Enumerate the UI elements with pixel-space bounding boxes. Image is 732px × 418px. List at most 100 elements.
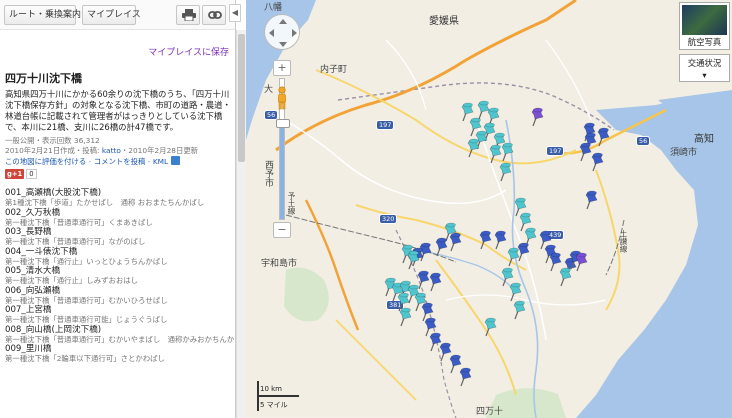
traffic-label: 交通状況	[687, 58, 722, 68]
list-item[interactable]: 009_里川橋 第一種沈下橋「2輪車以下通行可」さとかわばし	[5, 344, 231, 364]
pushpin-icon[interactable]	[494, 230, 508, 250]
zoom-in-button[interactable]: +	[273, 60, 291, 76]
list-item[interactable]: 001_高瀬橋(大股沈下橋) 第1種沈下橋「歩道」たかせばし 通称 おおまたちん…	[5, 188, 231, 208]
pushpin-icon[interactable]	[585, 190, 599, 210]
map-label-uwajima: 宇和島市	[261, 259, 298, 269]
list-item[interactable]: 004_一斗俵沈下橋 第一種沈下橋「通行止」いっとひょうちんかばし	[5, 247, 231, 267]
road-badge: 320	[379, 214, 398, 224]
list-item-subtitle: 第一種沈下橋「2輪車以下通行可」さとかわばし	[5, 354, 165, 363]
list-item-title[interactable]: 001_高瀬橋(大股沈下橋)	[5, 188, 231, 198]
list-item-title[interactable]: 004_一斗俵沈下橋	[5, 247, 231, 257]
satellite-label: 航空写真	[687, 37, 722, 47]
list-item-title[interactable]: 002_久万秋橋	[5, 208, 231, 218]
pushpin-icon[interactable]	[509, 282, 523, 302]
list-item[interactable]: 002_久万秋橋 第一種沈下橋「普通車通行可」くまあきばし	[5, 208, 231, 228]
save-to-myplaces-link[interactable]: マイプレイスに保存	[5, 45, 229, 58]
creation-info: 2010年2月21日作成・投稿: katto・2010年2月28日更新	[5, 146, 231, 156]
pushpin-icon[interactable]	[399, 307, 413, 327]
pushpin-icon[interactable]	[531, 107, 545, 127]
myplaces-button[interactable]: マイプレイス	[82, 5, 141, 25]
list-item[interactable]: 008_向山橋(上岡沈下橋) 第一種沈下橋「普通車通行可」むかいやまばし 通称か…	[5, 325, 234, 345]
list-item-title[interactable]: 003_長野橋	[5, 227, 231, 237]
print-button[interactable]	[176, 5, 200, 25]
satellite-toggle[interactable]: 航空写真	[679, 2, 730, 50]
pushpin-icon[interactable]	[575, 252, 589, 272]
list-item[interactable]: 003_長野橋 第一種沈下橋「普通車通行可」ながのばし	[5, 227, 231, 247]
view-count: 一般公開・表示回数 36,312	[5, 136, 100, 145]
scale-km-label: 10 km	[260, 385, 283, 393]
map-canvas[interactable]: 愛媛県 高知 須崎市 宇和島市 西予市 内子町 大 予土線 土讃線 四万十 八幡…	[246, 0, 732, 418]
road-badge: 197	[546, 146, 565, 156]
scrollbar-thumb[interactable]	[238, 34, 245, 162]
list-item-subtitle: 第一種沈下橋「普通車通行可能」じょうぐうばし	[5, 315, 168, 324]
map-label-susaki: 須崎市	[670, 148, 698, 158]
pushpin-icon[interactable]	[429, 272, 443, 292]
pushpin-icon[interactable]	[591, 152, 605, 172]
list-item-title[interactable]: 005_清水大橋	[5, 266, 231, 276]
list-item-title[interactable]: 007_上宮橋	[5, 305, 231, 315]
pushpin-icon[interactable]	[489, 144, 503, 164]
pushpin-icon[interactable]	[449, 232, 463, 252]
separator: -	[145, 157, 153, 166]
list-item-subtitle: 第一種沈下橋「普通車通行可」むかいひろせばし	[5, 295, 168, 305]
pushpin-icon[interactable]	[559, 267, 573, 287]
printer-icon	[182, 9, 196, 21]
toolbar: ルート・乗換案内 マイプレイス	[0, 0, 235, 30]
pushpin-icon[interactable]	[479, 230, 493, 250]
side-panel: ルート・乗換案内 マイプレイス マイプレイスに保存 四万十川沈下橋 高知県四万十…	[0, 0, 236, 418]
separator: -	[86, 157, 94, 166]
road-badge: 197	[376, 120, 395, 130]
list-item[interactable]: 007_上宮橋 第一種沈下橋「普通車通行可能」じょうぐうばし	[5, 305, 231, 325]
traffic-dropdown-arrow-icon: ▾	[702, 70, 707, 80]
pushpin-icon[interactable]	[499, 162, 513, 182]
pushpin-icon[interactable]	[513, 300, 527, 320]
zoom-handle[interactable]	[276, 119, 290, 129]
zoom-level-fill	[280, 122, 284, 219]
pushpin-icon[interactable]	[467, 138, 481, 158]
zoom-out-button[interactable]: −	[273, 222, 291, 238]
route-button[interactable]: ルート・乗換案内	[4, 5, 81, 25]
pan-control[interactable]	[264, 14, 300, 50]
collapse-panel-button[interactable]: ◀	[229, 4, 241, 22]
chain-link-icon	[208, 11, 222, 19]
map-label-uchiko: 内子町	[320, 65, 348, 75]
pushpin-icon[interactable]	[459, 367, 473, 387]
map-label-yawatahama: 八幡	[264, 3, 283, 13]
pushpin-icon[interactable]	[597, 127, 611, 147]
link-button[interactable]	[202, 5, 226, 25]
gplus-button[interactable]: g+1	[5, 169, 25, 179]
pushpin-icon[interactable]	[517, 242, 531, 262]
author-link[interactable]: katto	[102, 146, 121, 155]
map-info-content: マイプレイスに保存 四万十川沈下橋 高知県四万十川にかかる60余りの沈下橋のうち…	[0, 30, 235, 364]
list-item-subtitle: 第一種沈下橋「普通車通行可」ながのばし	[5, 237, 146, 246]
list-item[interactable]: 006_向弘瀬橋 第一種沈下橋「普通車通行可」むかいひろせばし	[5, 286, 231, 306]
comment-link[interactable]: コメントを投稿	[94, 157, 146, 166]
rate-map-link[interactable]: この地図に評価を付ける	[5, 157, 86, 166]
map-base	[246, 0, 732, 418]
pushpin-icon[interactable]	[484, 317, 498, 337]
list-item-title[interactable]: 006_向弘瀬橋	[5, 286, 231, 296]
traffic-toggle[interactable]: 交通状況 ▾	[679, 54, 730, 82]
pushpin-icon[interactable]	[501, 142, 515, 162]
share-row: g+1 0	[5, 169, 231, 181]
pushpin-icon[interactable]	[407, 250, 421, 270]
list-item-subtitle: 第1種沈下橋「歩道」たかせばし 通称 おおまたちんかばし	[5, 198, 205, 207]
road-badge: 56	[636, 136, 651, 146]
gplus-count: 0	[26, 169, 37, 179]
kml-link[interactable]: KML	[153, 157, 168, 166]
list-item-title[interactable]: 009_里川橋	[5, 344, 231, 354]
rss-icon[interactable]	[171, 156, 181, 165]
list-item-title[interactable]: 008_向山橋(上岡沈下橋)	[5, 325, 231, 335]
scale-line	[257, 395, 299, 397]
pushpin-icon[interactable]	[435, 237, 449, 257]
map-label-ehime: 愛媛県	[429, 16, 459, 27]
pegman-icon[interactable]	[275, 86, 289, 110]
list-item-subtitle: 第一種沈下橋「通行止」いっとひょうちんかばし	[5, 256, 168, 266]
map-label-shimanto: 四万十	[476, 407, 504, 417]
pan-arrows-icon	[269, 19, 297, 47]
map-label-kochi: 高知	[694, 134, 714, 145]
list-item-subtitle: 第一種沈下橋「通行止」しみずおおはし	[5, 276, 139, 285]
list-item[interactable]: 005_清水大橋 第一種沈下橋「通行止」しみずおおはし	[5, 266, 231, 286]
panel-scrollbar[interactable]	[236, 30, 246, 418]
bridge-list: 001_高瀬橋(大股沈下橋) 第1種沈下橋「歩道」たかせばし 通称 おおまたちん…	[5, 188, 234, 364]
